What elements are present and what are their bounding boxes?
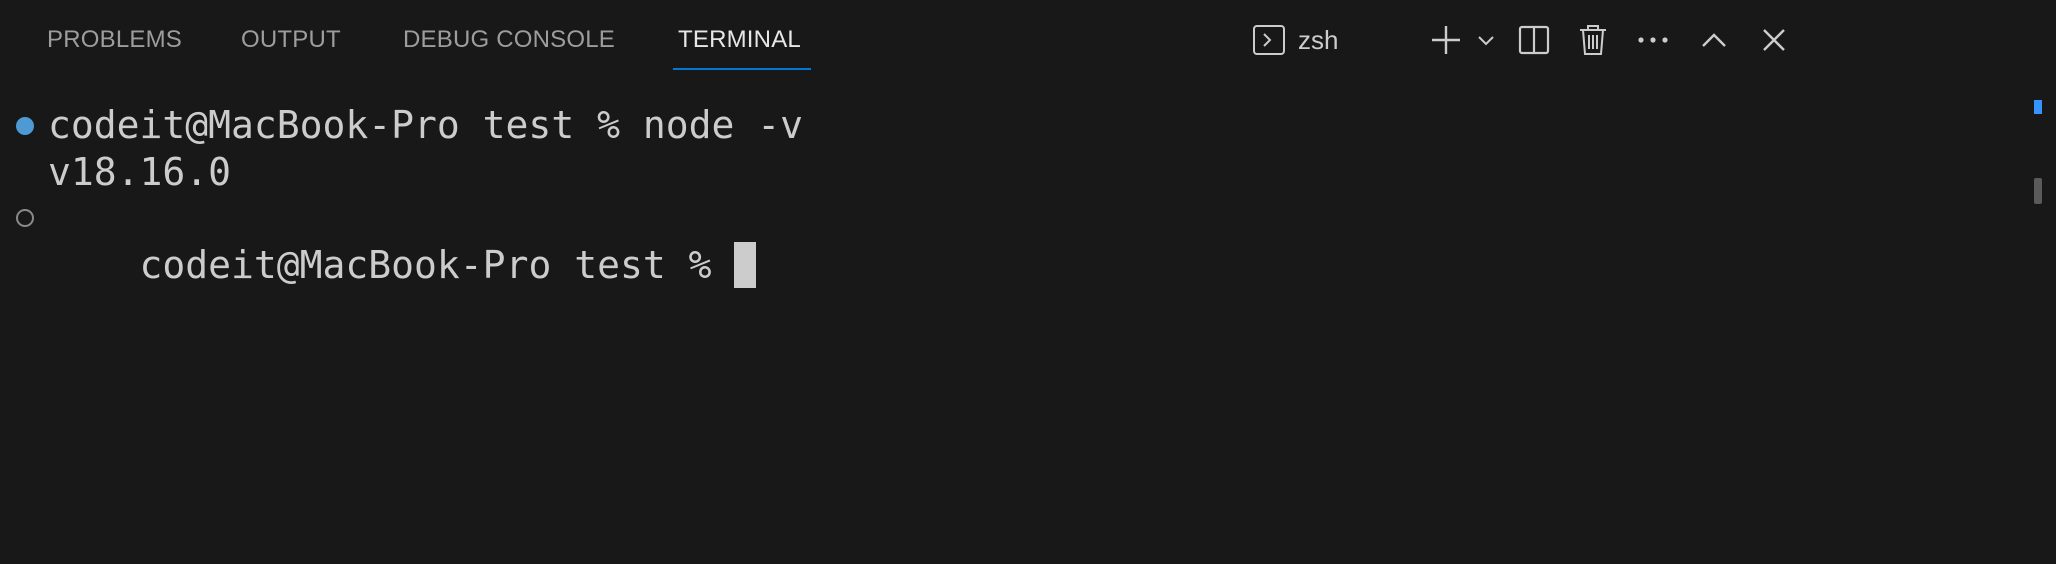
ellipsis-icon [1637,35,1669,45]
tab-debug-console[interactable]: DEBUG CONSOLE [403,26,615,56]
trash-icon [1578,23,1608,57]
launch-profile-button[interactable] [1472,20,1500,60]
terminal-prompt-line: codeit@MacBook-Pro test % [48,195,757,288]
terminal-cursor [734,242,757,288]
scrollbar-marker [2034,100,2042,114]
tab-terminal[interactable]: TERMINAL [678,26,801,56]
command-success-decoration[interactable] [16,117,34,135]
active-tab-indicator [673,68,811,70]
maximize-panel-button[interactable] [1692,20,1736,60]
shell-label: zsh [1298,24,1339,55]
chevron-down-icon [1476,30,1496,50]
more-actions-button[interactable] [1631,20,1675,60]
scrollbar-thumb[interactable] [2034,178,2042,204]
split-terminal-button[interactable] [1512,20,1556,60]
close-icon [1761,27,1787,53]
command-pending-decoration[interactable] [16,209,34,227]
terminal-prompt: codeit@MacBook-Pro test % [139,243,735,287]
chevron-up-icon [1700,30,1728,50]
tab-problems[interactable]: PROBLEMS [47,26,182,56]
split-editor-icon [1518,24,1550,56]
terminal-output[interactable]: codeit@MacBook-Pro test % node -v v18.16… [0,96,2020,546]
terminal-scrollbar[interactable] [2034,96,2042,216]
panel-header: PROBLEMS OUTPUT DEBUG CONSOLE TERMINAL z… [0,0,2056,76]
terminal-icon [1252,23,1286,57]
kill-terminal-button[interactable] [1571,20,1615,60]
terminal-line: codeit@MacBook-Pro test % node -v [48,103,803,147]
new-terminal-button[interactable] [1424,20,1468,60]
terminal-shell-selector[interactable]: zsh [1252,20,1376,60]
close-panel-button[interactable] [1752,20,1796,60]
plus-icon [1429,23,1463,57]
tab-output[interactable]: OUTPUT [241,26,341,56]
terminal-line: v18.16.0 [48,150,232,194]
